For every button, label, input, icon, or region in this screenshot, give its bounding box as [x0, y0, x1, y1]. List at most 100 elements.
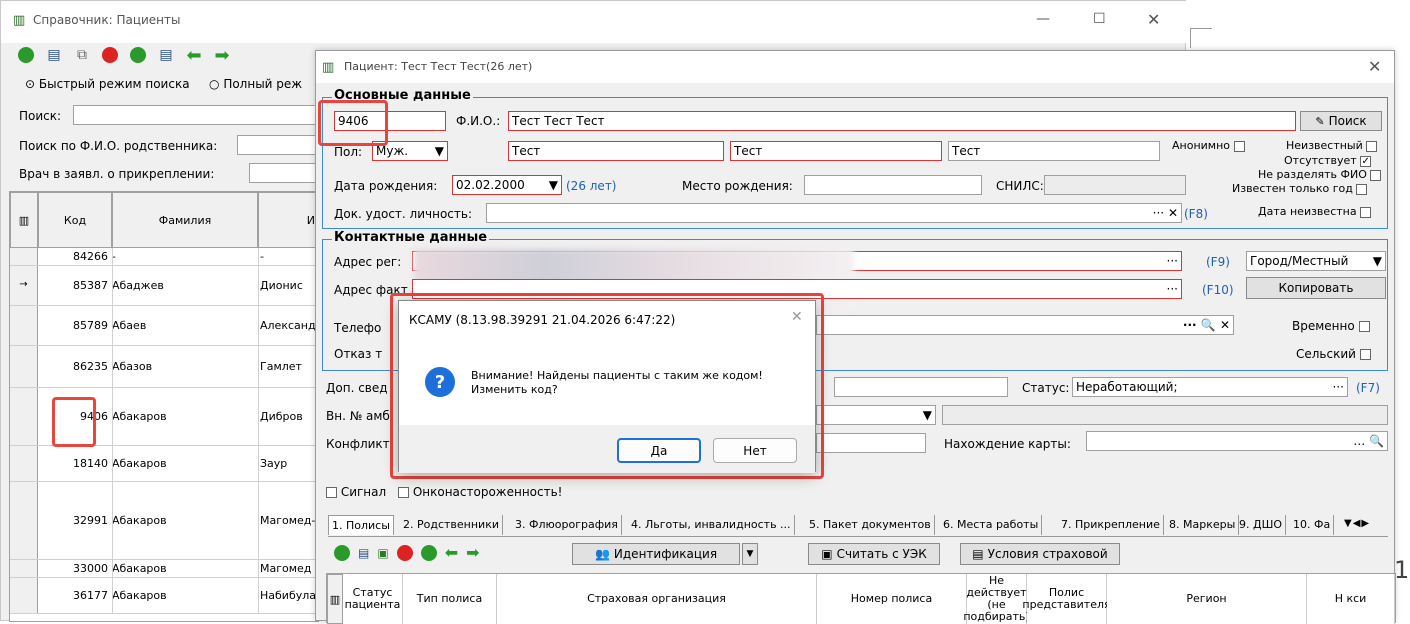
add-icon[interactable] — [334, 544, 350, 561]
patronymic-input[interactable]: Тест — [948, 141, 1160, 161]
delete-icon[interactable] — [396, 544, 413, 561]
table-row[interactable]: 85789 Абаев Александ — [10, 306, 320, 346]
city-type-select[interactable]: Город/Местный ▼ — [1246, 251, 1386, 271]
column-header-name[interactable]: И — [258, 192, 320, 248]
arrow-right-icon[interactable]: ➡ — [466, 543, 479, 562]
clear-icon[interactable]: ✕ — [1168, 206, 1178, 220]
name-input[interactable]: Тест — [730, 141, 942, 161]
unknown-checkbox[interactable]: Неизвестный — [1286, 139, 1378, 152]
identification-dropdown[interactable]: ▼ — [742, 543, 758, 565]
refresh-icon[interactable] — [420, 544, 437, 561]
policy-column-header[interactable]: Тип полиса — [403, 574, 497, 624]
birthdate-input[interactable]: 02.02.2000 ▼ — [452, 175, 562, 195]
tab-1[interactable]: 1. Полисы — [328, 515, 394, 535]
search-button[interactable]: ✎ Поиск — [1300, 111, 1382, 131]
ellipsis-icon[interactable]: ··· — [1153, 206, 1164, 220]
copy-icon[interactable]: ⧉ — [71, 44, 93, 66]
relative-search-input[interactable] — [237, 135, 317, 155]
edit-icon[interactable]: ▤ — [43, 44, 65, 66]
arrow-right-icon[interactable]: ➡ — [211, 44, 233, 66]
policy-column-header[interactable]: Статус пациента — [343, 574, 403, 624]
search-input[interactable] — [73, 105, 323, 125]
conflict-input[interactable] — [816, 433, 926, 453]
arrow-left-icon[interactable]: ⬅ — [445, 543, 458, 562]
yes-button[interactable]: Да — [617, 438, 701, 463]
read-uek-button[interactable]: ▣ Считать с УЭК — [808, 543, 940, 565]
insurance-conditions-button[interactable]: ▤ Условия страховой — [960, 543, 1120, 565]
identification-button[interactable]: 👥 Идентификация — [572, 543, 740, 565]
reg-address-label: Адрес рег: — [334, 255, 402, 269]
column-header-code[interactable]: Код — [38, 192, 112, 248]
tab-10[interactable]: 10. Фа — [1290, 515, 1335, 535]
table-row[interactable]: 18140 Абакаров Заур — [10, 446, 320, 482]
tab-7[interactable]: 7. Прикрепление — [1058, 515, 1164, 535]
tab-9[interactable]: 9. ДШО — [1236, 515, 1287, 535]
card-location-input[interactable]: … 🔍 — [1086, 431, 1388, 451]
add-icon[interactable] — [15, 44, 37, 66]
table-row[interactable]: 84266- - — [10, 248, 320, 266]
refresh-icon[interactable] — [127, 44, 149, 66]
temporary-checkbox[interactable]: Временно — [1292, 319, 1370, 333]
ellipsis-icon[interactable]: ··· — [1333, 378, 1344, 396]
search-icon[interactable]: 🔍 — [1369, 434, 1384, 448]
no-split-fio-checkbox[interactable]: Не разделять ФИО — [1258, 168, 1382, 181]
tab-6[interactable]: 6. Места работы — [940, 515, 1043, 535]
date-unknown-checkbox[interactable]: Дата неизвестна — [1258, 205, 1372, 218]
phone-input[interactable]: ··· 🔍 ✕ — [816, 315, 1234, 335]
policy-column-header[interactable]: Не действует (не подбирать) — [963, 574, 1030, 624]
ellipsis-icon[interactable]: ··· — [1183, 318, 1197, 332]
id-doc-input[interactable]: ··· ✕ — [486, 203, 1182, 223]
column-header-surname[interactable]: Фамилия — [112, 192, 258, 248]
policy-column-header[interactable]: Н кси — [1307, 574, 1395, 624]
maximize-icon[interactable]: ☐ — [1093, 11, 1106, 27]
absent-checkbox[interactable]: Отсутствует ✓ — [1284, 154, 1372, 167]
year-only-checkbox[interactable]: Известен только год — [1232, 182, 1368, 195]
extra-field-input[interactable] — [834, 377, 1008, 397]
policy-column-header[interactable]: Страховая организация — [497, 574, 817, 624]
ellipsis-icon[interactable]: ··· — [1167, 254, 1178, 268]
close-icon[interactable]: ✕ — [791, 309, 803, 325]
tab-4[interactable]: 4. Льготы, инвалидность ... — [628, 515, 795, 535]
table-row[interactable]: 86235 Абазов Гамлет — [10, 346, 320, 388]
table-row[interactable]: 36177 Абакаров Набибула — [10, 578, 320, 614]
table-row[interactable]: 32991 Абакаров Магомед- — [10, 482, 320, 560]
fio-input[interactable]: Тест Тест Тест — [508, 111, 1296, 131]
save-icon[interactable]: ▣ — [377, 546, 388, 560]
snils-input[interactable] — [1044, 175, 1186, 195]
tab-2[interactable]: 2. Родственники — [400, 515, 503, 535]
anonymous-checkbox[interactable]: Анонимно — [1172, 139, 1245, 152]
edit-icon[interactable]: ▤ — [358, 546, 369, 560]
ellipsis-icon[interactable]: ··· — [1167, 282, 1178, 296]
search-icon[interactable]: 🔍 — [1201, 318, 1216, 332]
tab-5[interactable]: 5. Пакет документов — [806, 515, 935, 535]
policy-column-header[interactable]: Полис представителя — [1022, 574, 1111, 624]
policy-column-header[interactable]: Номер полиса — [817, 574, 967, 624]
close-icon[interactable]: ✕ — [1147, 10, 1160, 29]
signal-checkbox[interactable]: Сигнал — [326, 485, 386, 499]
tab-3[interactable]: 3. Флюорография — [512, 515, 622, 535]
table-row[interactable]: → 85387 Абаджев Дионис — [10, 266, 320, 306]
ellipsis-icon[interactable]: … — [1353, 434, 1365, 448]
tab-8[interactable]: 8. Маркеры — [1166, 515, 1240, 535]
table-row[interactable]: 33000 Абакаров Магомед — [10, 560, 320, 578]
status-input[interactable]: Неработающий; ··· — [1072, 377, 1348, 397]
rural-checkbox[interactable]: Сельский — [1296, 347, 1371, 361]
policy-column-header[interactable]: Регион — [1107, 574, 1307, 624]
close-icon[interactable]: ✕ — [1368, 57, 1381, 76]
amb-select[interactable]: ▼ — [816, 405, 936, 425]
oncology-checkbox[interactable]: Онконастороженность! — [398, 485, 563, 499]
cell-code: 84266 — [73, 250, 108, 263]
doctor-input[interactable] — [249, 163, 319, 183]
arrow-left-icon[interactable]: ⬅ — [183, 44, 205, 66]
tab-scroll-icon[interactable]: ▼◀▶ — [1344, 518, 1370, 529]
delete-icon[interactable] — [99, 44, 121, 66]
surname-input[interactable]: Тест — [508, 141, 724, 161]
clear-icon[interactable]: ✕ — [1220, 318, 1230, 332]
minimize-icon[interactable]: — — [1036, 11, 1050, 27]
birthplace-input[interactable] — [804, 175, 982, 195]
search-mode-full[interactable]: ○ Полный реж — [209, 77, 302, 91]
list-icon[interactable]: ▤ — [155, 44, 177, 66]
no-button[interactable]: Нет — [713, 438, 797, 463]
copy-button[interactable]: Копировать — [1246, 277, 1386, 299]
search-mode-fast[interactable]: ⊙ Быстрый режим поиска — [25, 77, 190, 91]
